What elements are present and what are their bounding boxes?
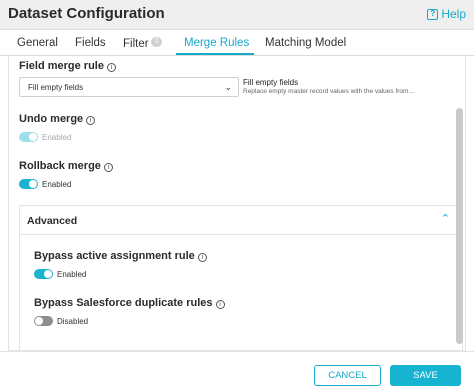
chevron-down-icon: ⌄: [224, 82, 232, 92]
toggle-knob: [44, 270, 52, 278]
undo-merge-label: Undo merge i: [19, 113, 96, 125]
advanced-header[interactable]: Advanced ⌃: [20, 206, 462, 235]
bypass-duplicate-label: Bypass Salesforce duplicate rules i: [34, 297, 225, 309]
rollback-merge-toggle[interactable]: [19, 179, 38, 189]
dialog-header: Dataset Configuration ? Help: [0, 0, 474, 30]
info-icon: i: [103, 163, 113, 172]
tab-bar: General Fields Filter 0 Merge Rules Match…: [0, 30, 474, 56]
field-merge-rule-label: Field merge rule i: [19, 60, 116, 72]
active-tab-indicator: [176, 53, 254, 55]
tab-filter[interactable]: Filter 0: [123, 37, 163, 50]
field-merge-rule-value: Fill empty fields: [28, 83, 84, 92]
rollback-merge-text: Rollback merge: [19, 160, 101, 172]
bypass-duplicate-text: Bypass Salesforce duplicate rules: [34, 297, 213, 309]
bypass-assignment-label: Bypass active assignment rule i: [34, 250, 207, 262]
tab-matching-model[interactable]: Matching Model: [265, 37, 346, 49]
info-icon: i: [215, 300, 225, 309]
help-link[interactable]: ? Help: [427, 7, 466, 21]
tab-merge-rules[interactable]: Merge Rules: [184, 37, 249, 49]
advanced-section: Advanced ⌃ Bypass active assignment rule…: [19, 205, 463, 350]
option-title: Fill empty fields: [243, 78, 299, 87]
tab-general[interactable]: General: [17, 37, 58, 49]
info-icon: i: [106, 63, 116, 72]
rollback-merge-state: Enabled: [42, 180, 72, 189]
tab-fields[interactable]: Fields: [75, 37, 106, 49]
tab-filter-label: Filter: [123, 38, 149, 50]
info-icon: i: [197, 253, 207, 262]
cancel-button[interactable]: CANCEL: [314, 365, 381, 386]
dialog-footer: CANCEL SAVE: [0, 351, 474, 390]
bypass-assignment-state: Enabled: [57, 270, 87, 279]
filter-count-badge: 0: [150, 37, 163, 47]
bypass-duplicate-state: Disabled: [57, 317, 89, 326]
undo-merge-text: Undo merge: [19, 113, 84, 125]
rollback-merge-label: Rollback merge i: [19, 160, 113, 172]
toggle-knob: [29, 133, 37, 141]
merge-rules-panel: Field merge rule i Fill empty fields ⌄ Fi…: [8, 56, 466, 351]
save-button[interactable]: SAVE: [390, 365, 461, 386]
help-label: Help: [441, 7, 466, 21]
undo-merge-toggle[interactable]: [19, 132, 38, 142]
undo-merge-state: Enabled: [42, 133, 72, 142]
info-icon: i: [86, 116, 96, 125]
dialog-title: Dataset Configuration: [8, 5, 165, 22]
field-merge-rule-select[interactable]: Fill empty fields ⌄: [19, 77, 239, 97]
bypass-assignment-text: Bypass active assignment rule: [34, 250, 195, 262]
bypass-duplicate-toggle[interactable]: [34, 316, 53, 326]
chevron-up-icon: ⌃: [440, 213, 450, 225]
toggle-knob: [35, 317, 43, 325]
field-merge-rule-text: Field merge rule: [19, 60, 104, 72]
advanced-title: Advanced: [27, 215, 78, 227]
bypass-assignment-toggle[interactable]: [34, 269, 53, 279]
scrollbar-thumb[interactable]: [456, 108, 463, 344]
toggle-knob: [29, 180, 37, 188]
option-description: Replace empty master record values with …: [243, 88, 414, 95]
help-icon: ?: [427, 8, 439, 20]
